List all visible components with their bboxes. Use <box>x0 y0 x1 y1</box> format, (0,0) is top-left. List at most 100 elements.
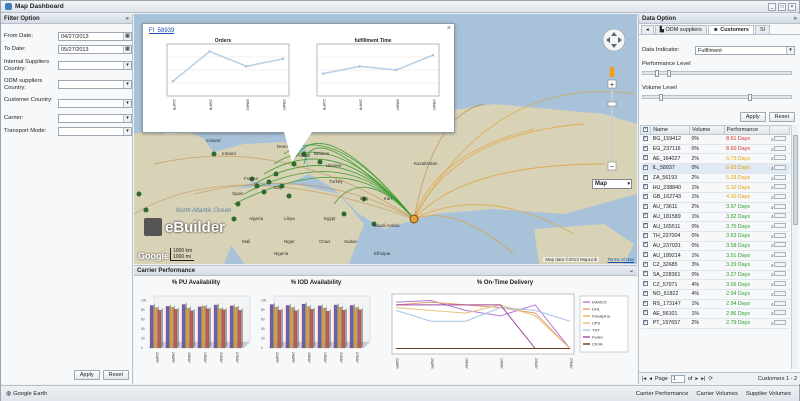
transport-mode-select[interactable]: ▾ <box>58 127 132 136</box>
row-checkbox[interactable] <box>640 250 651 261</box>
checkbox-icon[interactable] <box>642 183 648 190</box>
page-number-input[interactable]: 1 <box>670 374 685 383</box>
row-toggle-icon[interactable] <box>773 193 786 199</box>
row-actions[interactable]: ⌕ <box>769 270 790 281</box>
tab-scroll-left[interactable]: ◂ <box>641 25 654 34</box>
filter-apply-button[interactable]: Apply <box>73 370 100 380</box>
row-checkbox[interactable] <box>640 270 651 281</box>
row-actions[interactable]: ⌕ <box>769 241 790 252</box>
row-toggle-icon[interactable] <box>773 261 786 267</box>
from-date-field[interactable]: 04/27/2013 ▦ <box>58 32 132 41</box>
map-type-select[interactable]: Map ▾ <box>592 179 632 189</box>
row-toggle-icon[interactable] <box>773 213 786 219</box>
table-row[interactable]: NO_618224%2.04 Days⌕ <box>640 289 790 300</box>
row-toggle-icon[interactable] <box>773 281 786 287</box>
row-checkbox[interactable] <box>640 144 651 155</box>
calendar-icon[interactable]: ▦ <box>123 46 131 53</box>
vol-slider-min-thumb[interactable] <box>659 94 663 101</box>
table-scrollbar[interactable] <box>791 125 798 369</box>
checkbox-icon[interactable] <box>642 145 648 151</box>
table-row[interactable]: AE_1640272%6.73 Days⌕ <box>640 153 790 165</box>
chevron-down-icon[interactable]: ▾ <box>123 100 131 107</box>
checkbox-icon[interactable] <box>642 193 648 199</box>
chevron-down-icon[interactable]: ▾ <box>123 62 131 69</box>
popup-close-icon[interactable]: × <box>447 25 451 32</box>
checkbox-icon[interactable] <box>642 203 648 209</box>
checkbox-icon[interactable] <box>642 280 648 287</box>
checkbox-icon[interactable] <box>643 126 648 132</box>
row-actions[interactable]: ⌕ <box>769 250 790 261</box>
row-actions[interactable]: ⌕ <box>769 308 790 320</box>
google-earth-toggle[interactable]: ◍ Google Earth <box>6 391 47 397</box>
row-checkbox[interactable] <box>640 192 651 203</box>
tab-customers[interactable]: ☻ Customers <box>707 25 754 34</box>
table-row[interactable]: GB_1627431%4.30 Days⌕ <box>640 192 790 203</box>
popup-location-link[interactable]: FI_58939 <box>149 28 174 34</box>
row-toggle-icon[interactable] <box>773 232 786 238</box>
table-row[interactable]: AU_736112%3.97 Days⌕ <box>640 202 790 213</box>
table-row[interactable]: AE_561011%2.86 Days⌕ <box>640 308 790 320</box>
checkbox-icon[interactable] <box>642 222 648 229</box>
tab-more[interactable]: Sl <box>754 25 770 34</box>
row-toggle-icon[interactable] <box>773 310 786 316</box>
row-toggle-icon[interactable] <box>773 271 786 277</box>
checkbox-icon[interactable] <box>642 241 648 248</box>
col-volume[interactable]: Volume <box>688 125 725 135</box>
row-actions[interactable]: ⌕ <box>769 318 790 329</box>
row-toggle-icon[interactable] <box>773 155 786 161</box>
row-checkbox[interactable] <box>640 212 651 223</box>
performance-slider[interactable] <box>642 70 792 77</box>
table-row[interactable]: RS_1731471%2.94 Days⌕ <box>640 299 790 310</box>
scrollbar-thumb[interactable] <box>793 135 798 225</box>
row-toggle-icon[interactable] <box>773 290 786 296</box>
row-toggle-icon[interactable] <box>773 184 786 190</box>
hub-marker[interactable] <box>409 214 419 224</box>
row-checkbox[interactable] <box>640 318 651 329</box>
row-checkbox[interactable] <box>640 308 651 320</box>
maximize-icon[interactable]: □ <box>778 3 786 11</box>
row-toggle-icon[interactable] <box>773 174 786 180</box>
table-row[interactable]: BG_1594120%8.61 Days⌕ <box>640 134 790 145</box>
checkbox-icon[interactable] <box>642 164 648 170</box>
row-actions[interactable]: ⌕ <box>769 289 790 300</box>
table-row[interactable]: PT_1576572%2.79 Days⌕ <box>640 318 790 329</box>
checkbox-icon[interactable] <box>642 270 648 277</box>
row-actions[interactable]: ⌕ <box>769 134 790 145</box>
row-checkbox[interactable] <box>640 153 651 165</box>
row-actions[interactable]: ⌕ <box>769 299 790 310</box>
row-checkbox[interactable] <box>640 221 651 232</box>
chevron-down-icon[interactable]: ▾ <box>786 47 794 54</box>
carrier-volumes-link[interactable]: Carrier Volumes <box>696 391 738 397</box>
row-checkbox[interactable] <box>640 163 651 174</box>
checkbox-icon[interactable] <box>642 300 648 306</box>
row-actions[interactable]: ⌕ <box>769 279 790 290</box>
row-toggle-icon[interactable] <box>773 252 786 258</box>
col-performance[interactable]: Performance <box>723 125 770 135</box>
row-actions[interactable]: ⌕ <box>769 231 790 242</box>
checkbox-icon[interactable] <box>642 154 648 161</box>
close-icon[interactable]: × <box>788 3 796 11</box>
col-name[interactable]: Name <box>650 125 690 135</box>
carrier-select[interactable]: ▾ <box>58 114 132 123</box>
customer-country-select[interactable]: ▾ <box>58 99 132 108</box>
row-checkbox[interactable] <box>640 134 651 145</box>
map-view[interactable]: + − IcelandSwedenFinlandNorwayRussiaDenm… <box>134 14 637 264</box>
checkbox-icon[interactable] <box>642 232 648 238</box>
row-toggle-icon[interactable] <box>773 164 786 170</box>
row-actions[interactable]: ⌕ <box>769 221 790 232</box>
collapse-right-icon[interactable]: » <box>794 16 797 22</box>
chevron-down-icon[interactable]: ▾ <box>123 128 131 135</box>
checkbox-icon[interactable] <box>642 319 648 325</box>
row-checkbox[interactable] <box>640 173 651 184</box>
row-actions[interactable]: ⌕ <box>769 173 790 184</box>
row-checkbox[interactable] <box>640 231 651 242</box>
perf-slider-max-thumb[interactable] <box>667 70 671 77</box>
checkbox-icon[interactable] <box>642 251 648 258</box>
table-row[interactable]: SA_2283610%3.27 Days⌕ <box>640 270 790 281</box>
table-row[interactable]: IL_589370%6.63 Days⌕ <box>640 163 790 174</box>
checkbox-icon[interactable] <box>642 261 648 267</box>
terms-link[interactable]: Terms of Use <box>607 257 634 262</box>
row-checkbox[interactable] <box>640 202 651 213</box>
chevron-down-icon[interactable]: ▾ <box>123 81 131 88</box>
checkbox-icon[interactable] <box>642 290 648 296</box>
